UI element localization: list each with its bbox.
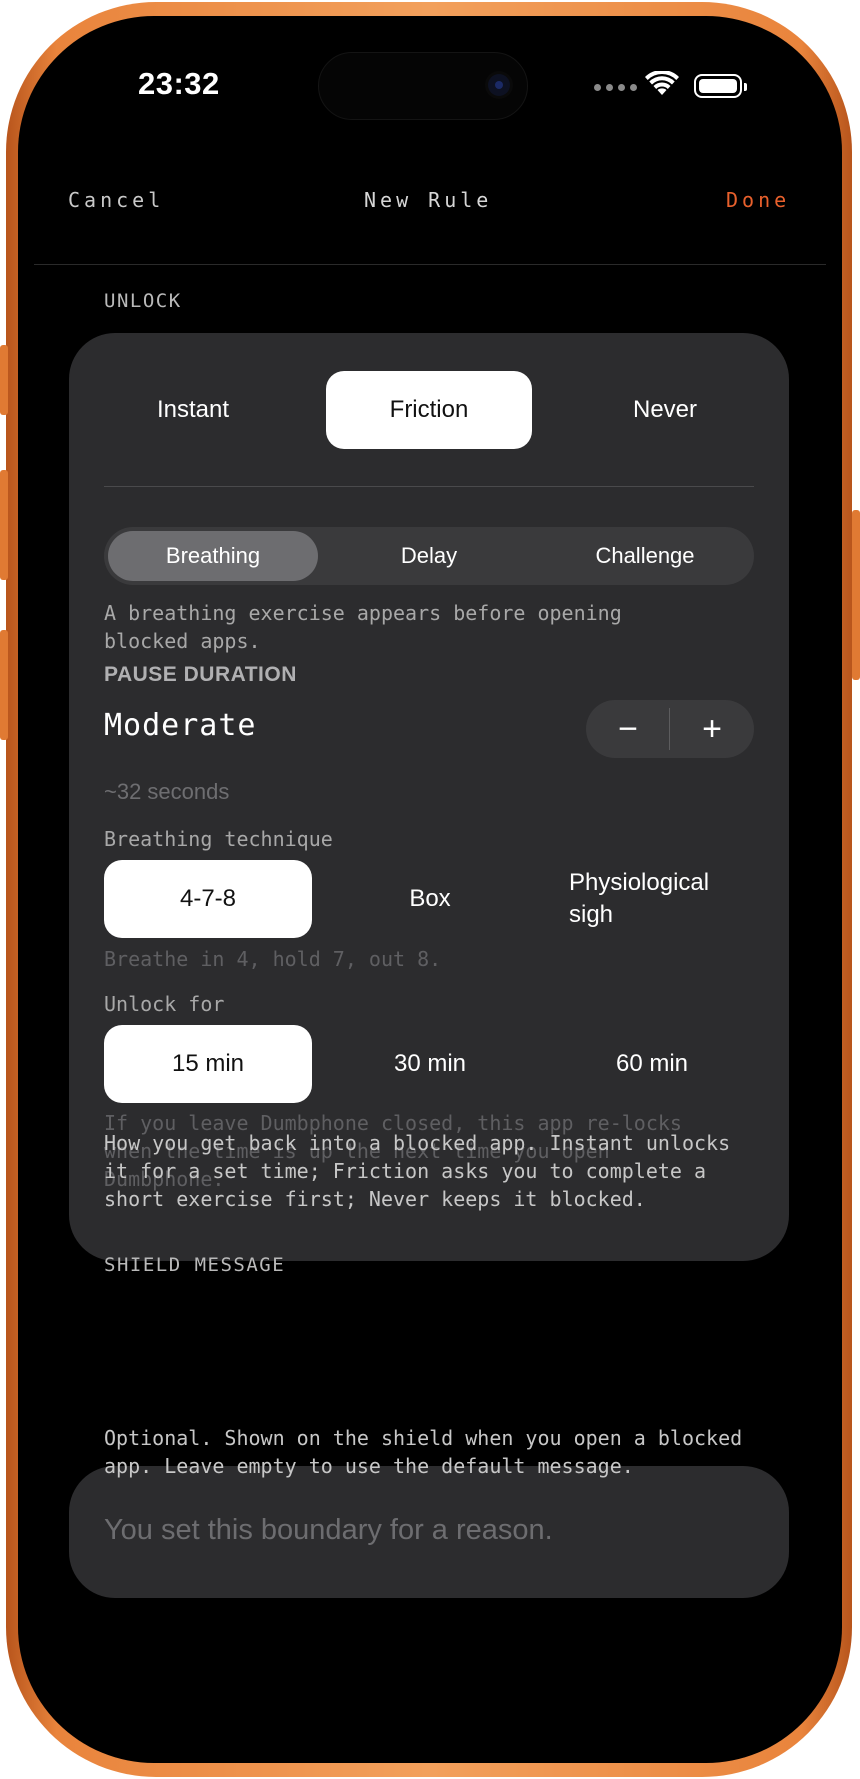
battery-icon xyxy=(694,74,747,98)
friction-type-delay[interactable]: Delay xyxy=(324,531,534,581)
cellular-dots-icon xyxy=(594,84,637,91)
mode-never[interactable]: Never xyxy=(562,371,768,449)
shield-message-placeholder: You set this boundary for a reason. xyxy=(104,1514,553,1546)
volume-up-button xyxy=(0,470,8,580)
screen: 23:32 Cancel New Rule Done UNLOCK Instan… xyxy=(30,28,830,1751)
cancel-button[interactable]: Cancel xyxy=(68,188,164,212)
done-button[interactable]: Done xyxy=(726,188,790,212)
shield-message-field[interactable]: You set this boundary for a reason. xyxy=(69,1466,789,1598)
technique-4-7-8[interactable]: 4-7-8 xyxy=(104,860,312,938)
unlock-for-label: Unlock for xyxy=(104,992,225,1016)
status-time: 23:32 xyxy=(138,66,220,101)
technique-box[interactable]: Box xyxy=(326,860,534,938)
shield-section-label: SHIELD MESSAGE xyxy=(104,1254,286,1276)
volume-down-button xyxy=(0,630,8,740)
unlock-for-15[interactable]: 15 min xyxy=(104,1025,312,1103)
mode-instant[interactable]: Instant xyxy=(90,371,296,449)
unlock-card: Instant Friction Never Breathing Delay C… xyxy=(69,333,789,1261)
friction-type-challenge[interactable]: Challenge xyxy=(540,531,750,581)
page-title: New Rule xyxy=(364,188,493,212)
pause-duration-approx: ~32 seconds xyxy=(104,779,230,804)
unlock-footer: How you get back into a blocked app. Ins… xyxy=(104,1131,731,1211)
unlock-for-30[interactable]: 30 min xyxy=(326,1025,534,1103)
wifi-icon xyxy=(645,71,679,95)
friction-description: A breathing exercise appears before open… xyxy=(104,601,622,653)
pause-duration-stepper: − + xyxy=(586,700,754,758)
friction-type-breathing[interactable]: Breathing xyxy=(108,531,318,581)
technique-label: Breathing technique xyxy=(104,827,333,851)
pause-duration-value: Moderate xyxy=(104,708,257,743)
unlock-section-label: UNLOCK xyxy=(104,290,182,312)
nav-divider xyxy=(34,264,826,265)
action-button xyxy=(0,345,8,415)
camera-icon xyxy=(488,74,510,96)
technique-physiological-sigh[interactable]: Physiological sigh xyxy=(548,860,748,938)
friction-type-picker: Breathing Delay Challenge xyxy=(104,527,754,585)
card-divider xyxy=(104,486,754,487)
power-button xyxy=(852,510,860,680)
pause-duration-label: PAUSE DURATION xyxy=(104,663,297,686)
increment-button[interactable]: + xyxy=(670,700,754,758)
shield-footer: Optional. Shown on the shield when you o… xyxy=(104,1426,743,1478)
technique-hint: Breathe in 4, hold 7, out 8. xyxy=(104,947,442,971)
unlock-for-60[interactable]: 60 min xyxy=(548,1025,756,1103)
mode-friction[interactable]: Friction xyxy=(326,371,532,449)
decrement-button[interactable]: − xyxy=(586,700,670,758)
